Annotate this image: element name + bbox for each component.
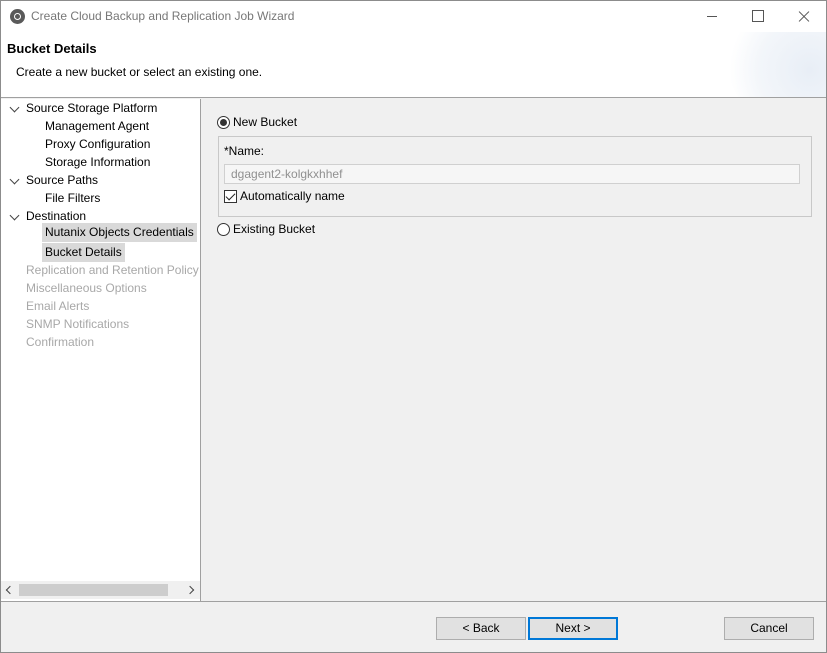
back-button[interactable]: < Back <box>436 617 526 640</box>
bucket-details-panel: New Bucket *Name: Automatically name Exi… <box>202 99 826 601</box>
maximize-button[interactable] <box>735 1 781 32</box>
header-decoration <box>726 32 826 97</box>
horizontal-scrollbar[interactable] <box>1 581 200 599</box>
nav-item-bucket-details[interactable]: Bucket Details <box>42 243 125 262</box>
nav-item-storage-information[interactable]: Storage Information <box>45 153 150 171</box>
new-bucket-radio[interactable] <box>217 116 230 129</box>
new-bucket-label[interactable]: New Bucket <box>233 115 297 129</box>
nav-item-proxy-configuration[interactable]: Proxy Configuration <box>45 135 150 153</box>
nav-item-source-paths[interactable]: Source Paths <box>26 171 98 189</box>
wizard-footer: < Back Next > Cancel <box>1 601 826 652</box>
chevron-right-icon[interactable] <box>185 585 195 595</box>
chevron-left-icon[interactable] <box>5 585 15 595</box>
nav-item-management-agent[interactable]: Management Agent <box>45 117 149 135</box>
wizard-window: Create Cloud Backup and Replication Job … <box>0 0 827 653</box>
chevron-down-icon[interactable] <box>9 174 20 185</box>
page-title: Bucket Details <box>7 41 97 56</box>
title-bar: Create Cloud Backup and Replication Job … <box>1 1 826 32</box>
bucket-name-field[interactable] <box>224 164 800 184</box>
nav-item-snmp-notifications: SNMP Notifications <box>26 317 130 331</box>
nav-item-email-alerts: Email Alerts <box>26 299 90 313</box>
nav-item-nutanix-objects-credentials[interactable]: Nutanix Objects Credentials <box>42 223 197 242</box>
minimize-button[interactable] <box>689 1 735 32</box>
nav-item-miscellaneous-options: Miscellaneous Options <box>26 281 147 295</box>
scrollbar-thumb[interactable] <box>19 584 168 596</box>
nav-item-confirmation: Confirmation <box>26 335 95 349</box>
close-button[interactable] <box>781 1 826 32</box>
automatically-name-label[interactable]: Automatically name <box>240 189 345 203</box>
chevron-down-icon[interactable] <box>9 210 20 221</box>
window-title: Create Cloud Backup and Replication Job … <box>31 9 295 23</box>
page-header: Bucket Details Create a new bucket or se… <box>1 32 826 98</box>
wizard-steps-tree: Source Storage Platform Management Agent… <box>1 99 201 601</box>
nav-item-replication-retention-policy: Replication and Retention Policy <box>26 263 199 277</box>
existing-bucket-radio[interactable] <box>217 223 230 236</box>
nav-item-source-storage-platform[interactable]: Source Storage Platform <box>26 99 157 117</box>
automatically-name-checkbox[interactable] <box>224 190 237 203</box>
cancel-button[interactable]: Cancel <box>724 617 814 640</box>
existing-bucket-label[interactable]: Existing Bucket <box>233 222 315 236</box>
app-icon <box>10 9 25 24</box>
page-subtitle: Create a new bucket or select an existin… <box>16 65 263 79</box>
name-label: *Name: <box>224 144 265 158</box>
next-button[interactable]: Next > <box>528 617 618 640</box>
chevron-down-icon[interactable] <box>9 102 20 113</box>
nav-item-file-filters[interactable]: File Filters <box>45 189 100 207</box>
